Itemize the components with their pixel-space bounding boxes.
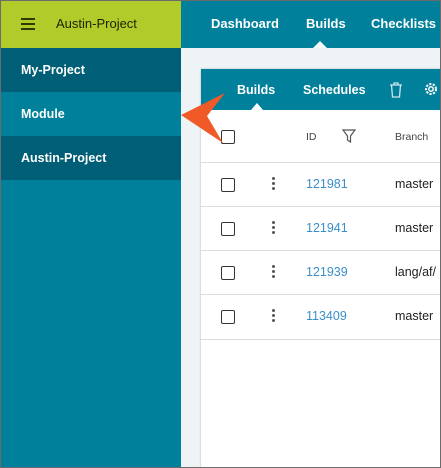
panel-tab-builds[interactable]: Builds [237, 83, 275, 97]
trash-icon[interactable] [389, 82, 403, 98]
project-header: Austin-Project [1, 1, 181, 48]
sidebar-item-label: Austin-Project [21, 151, 107, 165]
sidebar-item-label: Module [21, 107, 65, 121]
branch-name: master [395, 177, 434, 191]
sidebar-item-module[interactable]: Module [1, 92, 181, 136]
table-row[interactable]: 121939 lang/af/ [201, 250, 440, 295]
column-header-branch[interactable]: Branch [395, 131, 428, 143]
sidebar-item-austin-project[interactable]: Austin-Project [1, 136, 181, 180]
row-checkbox[interactable] [221, 266, 235, 280]
filter-icon[interactable] [342, 129, 356, 143]
row-checkbox[interactable] [221, 178, 235, 192]
column-header-id[interactable]: ID [306, 131, 317, 143]
top-nav: Dashboard Builds Checklists [181, 1, 440, 48]
sidebar: My-Project Module Austin-Project [1, 48, 181, 467]
active-panel-tab-indicator [251, 103, 263, 110]
build-id-link[interactable]: 121939 [306, 265, 348, 279]
tab-dashboard[interactable]: Dashboard [211, 16, 279, 31]
sidebar-item-my-project[interactable]: My-Project [1, 48, 181, 92]
branch-name: master [395, 221, 434, 235]
row-checkbox[interactable] [221, 222, 235, 236]
gear-icon[interactable] [423, 81, 439, 97]
branch-name: lang/af/ [395, 265, 437, 279]
table-row[interactable]: 113409 master [201, 294, 440, 340]
table-row[interactable]: 121981 master [201, 162, 440, 207]
active-tab-indicator [313, 41, 327, 48]
row-checkbox[interactable] [221, 310, 235, 324]
sidebar-item-label: My-Project [21, 63, 85, 77]
app-window: Austin-Project Dashboard Builds Checklis… [0, 0, 441, 468]
build-id-link[interactable]: 121981 [306, 177, 348, 191]
build-id-link[interactable]: 113409 [306, 309, 347, 323]
table-row[interactable]: 121941 master [201, 206, 440, 251]
kebab-menu-icon[interactable] [272, 265, 276, 279]
build-id-link[interactable]: 121941 [306, 221, 348, 235]
tab-builds[interactable]: Builds [306, 16, 346, 31]
annotation-arrow [181, 93, 225, 143]
kebab-menu-icon[interactable] [272, 309, 276, 323]
kebab-menu-icon[interactable] [272, 221, 276, 235]
branch-name: master [395, 309, 434, 323]
kebab-menu-icon[interactable] [272, 177, 276, 191]
tab-checklists[interactable]: Checklists [371, 16, 436, 31]
panel-tab-schedules[interactable]: Schedules [303, 83, 366, 97]
hamburger-icon[interactable] [21, 18, 35, 30]
project-title: Austin-Project [56, 16, 137, 31]
